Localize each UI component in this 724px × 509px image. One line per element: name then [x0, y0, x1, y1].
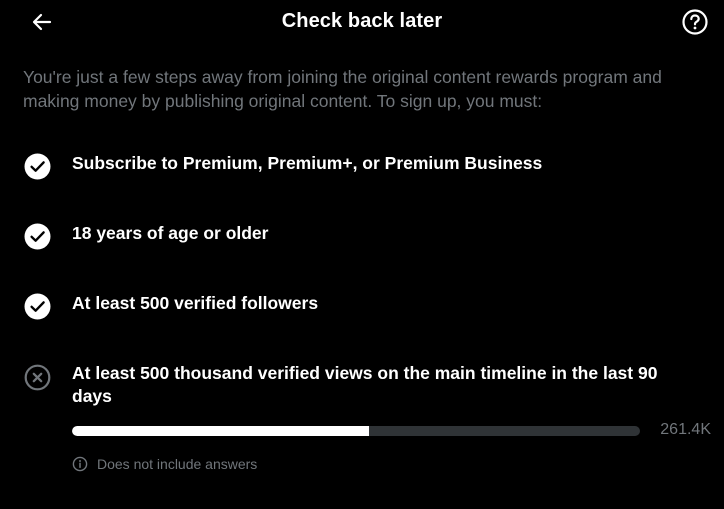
check-circle-icon [24, 293, 51, 320]
info-icon [72, 456, 88, 472]
views-progress-bar [72, 426, 640, 436]
views-note: Does not include answers [72, 456, 257, 472]
check-circle-icon [24, 153, 51, 180]
requirement-label: At least 500 verified followers [72, 293, 319, 313]
question-circle-icon [682, 9, 708, 35]
help-button[interactable] [679, 6, 711, 38]
views-progress-value: 261.4K [660, 421, 711, 438]
check-circle-icon [24, 223, 51, 250]
views-note-text: Does not include answers [97, 456, 258, 472]
intro-text: You're just a few steps away from joinin… [23, 67, 662, 111]
requirement-label: 18 years of age or older [72, 223, 269, 243]
x-circle-icon [24, 364, 51, 391]
views-progress-fill [72, 426, 369, 436]
page-title: Check back later [281, 10, 443, 32]
header: Check back later [0, 0, 724, 44]
requirement-label: At least 500 thousand verified views on … [72, 363, 658, 406]
requirement-label: Subscribe to Premium, Premium+, or Premi… [72, 153, 543, 173]
